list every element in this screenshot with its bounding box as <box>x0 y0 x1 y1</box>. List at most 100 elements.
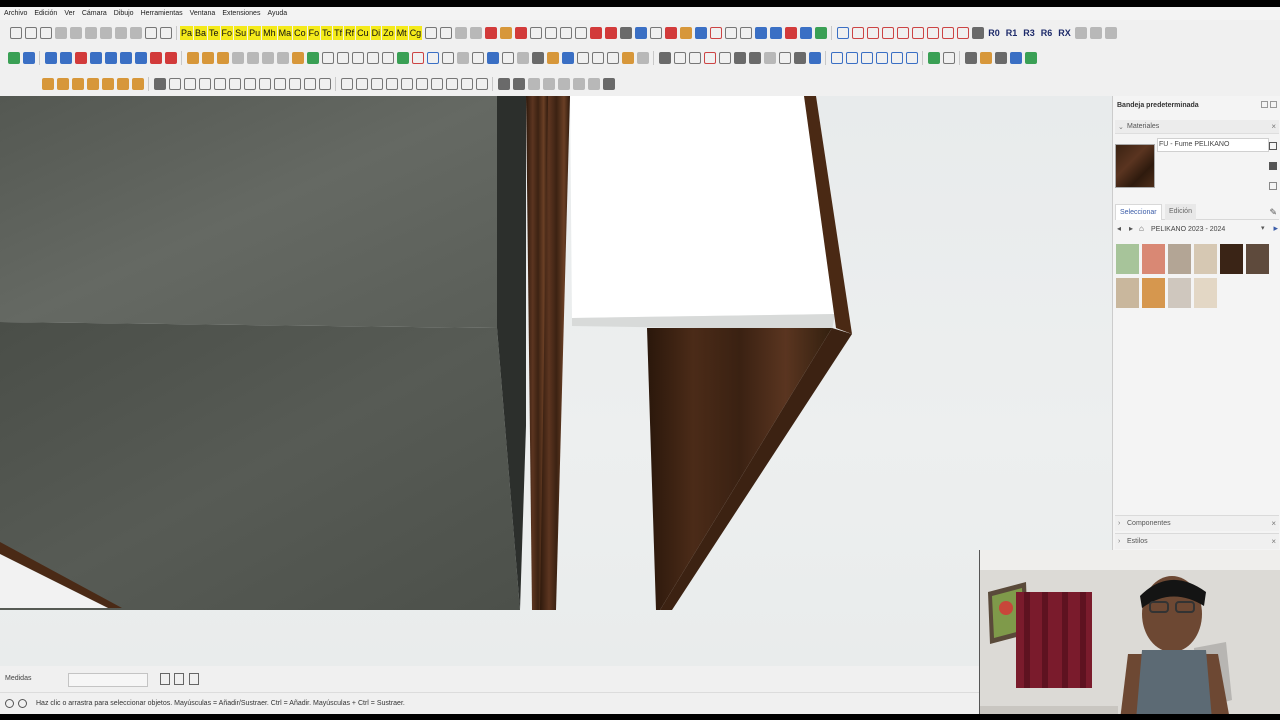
fx-drop-icon[interactable] <box>116 77 129 90</box>
plugin-rf-button[interactable]: Rf <box>344 25 356 40</box>
tiles-icon[interactable] <box>942 51 955 64</box>
outline-icon[interactable] <box>830 51 843 64</box>
materials-section-header[interactable]: ⌄ Materiales × <box>1115 120 1279 134</box>
solid3-icon[interactable] <box>198 77 211 90</box>
plugin-pa-button[interactable]: Pa <box>180 25 194 40</box>
close-icon[interactable]: × <box>1271 537 1276 546</box>
material-swatch[interactable] <box>1168 278 1191 308</box>
menu-herramientas[interactable]: Herramientas <box>141 10 183 17</box>
mirror-red-icon[interactable] <box>164 51 177 64</box>
align5-icon[interactable] <box>733 51 746 64</box>
layer5-icon[interactable] <box>557 77 570 90</box>
view-back-icon[interactable] <box>896 26 909 39</box>
material-swatch[interactable] <box>1116 244 1139 274</box>
drawer4-icon[interactable] <box>366 51 379 64</box>
scene3-icon[interactable] <box>1105 26 1118 39</box>
view-front-icon[interactable] <box>866 26 879 39</box>
material-name-field[interactable]: FU - Fume PELIKANO <box>1157 138 1269 152</box>
save-icon[interactable] <box>39 26 52 39</box>
outline5-icon[interactable] <box>890 51 903 64</box>
close-icon[interactable]: × <box>1271 122 1276 131</box>
r1-button[interactable]: R1 <box>1006 28 1018 38</box>
undo-measure-icon[interactable] <box>160 673 170 685</box>
tab-seleccionar[interactable]: Seleccionar <box>1115 204 1162 220</box>
material-swatch[interactable] <box>1116 278 1139 308</box>
styles-section-header[interactable]: › Estilos × <box>1115 533 1279 549</box>
plugin-mh-button[interactable]: Mh <box>262 25 277 40</box>
box-icon[interactable] <box>778 51 791 64</box>
plugin-ma-button[interactable]: Ma <box>277 25 293 40</box>
outline4-icon[interactable] <box>875 51 888 64</box>
menu-extensiones[interactable]: Extensiones <box>222 10 260 17</box>
stack-icon[interactable] <box>291 51 304 64</box>
cube-icon[interactable] <box>769 26 782 39</box>
drawer5-icon[interactable] <box>381 51 394 64</box>
frame5-icon[interactable] <box>471 51 484 64</box>
calc-icon[interactable] <box>964 51 977 64</box>
material-swatch[interactable] <box>1194 278 1217 308</box>
panel4-icon[interactable] <box>276 51 289 64</box>
menu-camara[interactable]: Cámara <box>82 10 107 17</box>
menu-dibujo[interactable]: Dibujo <box>114 10 134 17</box>
sphere-quarter-icon[interactable] <box>216 51 229 64</box>
text-tool-icon[interactable] <box>424 26 437 39</box>
outline6-icon[interactable] <box>905 51 918 64</box>
paste-icon[interactable] <box>84 26 97 39</box>
back-icon[interactable]: ◂ <box>1117 224 1121 233</box>
r0-button[interactable]: R0 <box>988 28 1000 38</box>
solid11-icon[interactable] <box>318 77 331 90</box>
menu-edicion[interactable]: Edición <box>34 10 57 17</box>
chip-icon[interactable] <box>799 26 812 39</box>
align-icon[interactable] <box>673 51 686 64</box>
close-x-icon[interactable] <box>971 26 984 39</box>
plugin-di-button[interactable]: Di <box>370 25 382 40</box>
concrete-block-top[interactable] <box>0 96 502 328</box>
plugin-su-button[interactable]: Su <box>234 25 248 40</box>
handle-icon[interactable] <box>531 51 544 64</box>
white-panel-top[interactable] <box>570 96 835 318</box>
panel-icon[interactable] <box>231 51 244 64</box>
select-arrow-icon[interactable] <box>22 51 35 64</box>
material-swatch[interactable] <box>1246 244 1269 274</box>
box3-icon[interactable] <box>808 51 821 64</box>
menu-ventana[interactable]: Ventana <box>190 10 216 17</box>
material-preview[interactable] <box>1115 144 1155 188</box>
frame2-icon[interactable] <box>426 51 439 64</box>
view-left-icon[interactable] <box>911 26 924 39</box>
info-icon[interactable] <box>18 699 27 708</box>
plugin-pu-button[interactable]: Pu <box>248 25 262 40</box>
align3-icon[interactable] <box>703 51 716 64</box>
gear-green-icon[interactable] <box>306 51 319 64</box>
photo-icon[interactable] <box>724 26 737 39</box>
boolean7-icon[interactable] <box>430 77 443 90</box>
tray-pin-icon[interactable] <box>1261 101 1268 108</box>
move-red-icon[interactable] <box>74 51 87 64</box>
plugin-zo-button[interactable]: Zo <box>382 25 395 40</box>
view-iso-icon[interactable] <box>836 26 849 39</box>
solid-icon[interactable] <box>168 77 181 90</box>
dimension-icon[interactable] <box>439 26 452 39</box>
boolean4-icon[interactable] <box>385 77 398 90</box>
align2-icon[interactable] <box>688 51 701 64</box>
cursor-red-icon[interactable] <box>589 26 602 39</box>
outline2-icon[interactable] <box>845 51 858 64</box>
fx-gear-icon[interactable] <box>41 77 54 90</box>
close-icon[interactable]: × <box>1271 519 1276 528</box>
image-icon[interactable] <box>709 26 722 39</box>
boolean9-icon[interactable] <box>460 77 473 90</box>
export-icon[interactable] <box>1024 51 1037 64</box>
layer6-icon[interactable] <box>572 77 585 90</box>
menu-ayuda[interactable]: Ayuda <box>267 10 287 17</box>
section-icon[interactable] <box>454 26 467 39</box>
align4-icon[interactable] <box>718 51 731 64</box>
boolean5-icon[interactable] <box>400 77 413 90</box>
erase-icon[interactable] <box>99 26 112 39</box>
plugin-co-button[interactable]: Co <box>293 25 307 40</box>
plugin-mt-button[interactable]: Mt <box>395 25 408 40</box>
cloud-icon[interactable] <box>739 26 752 39</box>
plugin-fo2-button[interactable]: Fo <box>307 25 321 40</box>
fx-lamp-icon[interactable] <box>71 77 84 90</box>
frame-icon[interactable] <box>411 51 424 64</box>
scene-icon[interactable] <box>1075 26 1088 39</box>
plugin-te-button[interactable]: Te <box>208 25 220 40</box>
